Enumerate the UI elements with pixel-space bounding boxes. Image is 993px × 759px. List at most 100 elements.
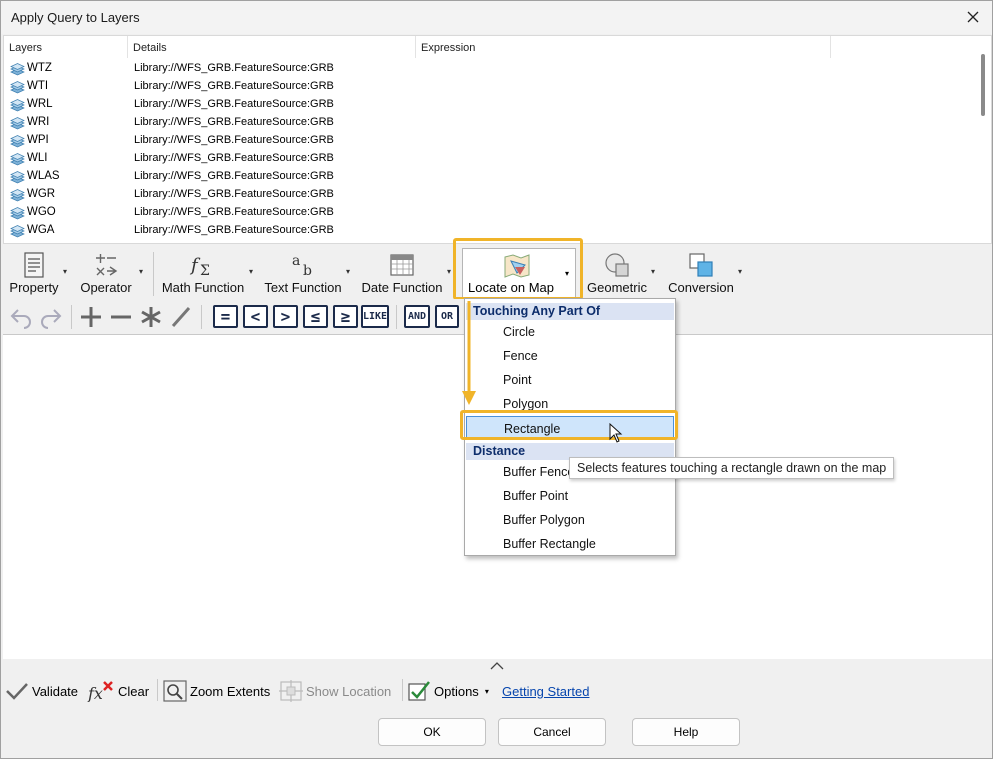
bottom-toolbar: Validate fx Clear Zoom Extents Show Loca…	[3, 674, 992, 706]
math-function-dropdown-icon[interactable]: ▾	[249, 268, 257, 276]
zoom-extents-icon	[163, 680, 187, 702]
layers-scrollbar[interactable]	[981, 54, 985, 116]
layer-name: WLAS	[27, 170, 60, 182]
show-location-button[interactable]: Show Location	[279, 680, 391, 702]
greater-equal-operator[interactable]: ≥	[333, 305, 358, 328]
column-header-layers[interactable]: Layers	[4, 36, 128, 58]
conversion-label: Conversion	[668, 280, 734, 295]
layer-name: WPI	[27, 134, 49, 146]
property-label: Property	[9, 280, 59, 295]
help-button[interactable]: Help	[632, 718, 740, 746]
operator-button[interactable]: Operator	[75, 246, 137, 298]
column-header-expression[interactable]: Expression	[416, 36, 831, 58]
collapse-chevron-icon[interactable]	[489, 661, 505, 671]
svg-text:Σ: Σ	[200, 263, 210, 279]
show-location-icon	[279, 680, 303, 702]
property-button[interactable]: Property	[5, 246, 63, 298]
layers-list[interactable]: Layers Details Expression WTZ Library://W…	[3, 35, 992, 244]
greater-than-operator[interactable]: >	[273, 305, 298, 328]
layer-details: Library://WFS_GRB.FeatureSource:GRB	[134, 134, 334, 146]
and-operator[interactable]: AND	[404, 305, 430, 328]
text-function-dropdown-icon[interactable]: ▾	[346, 268, 354, 276]
property-icon	[24, 252, 44, 278]
layer-row[interactable]: WLI Library://WFS_GRB.FeatureSource:GRB	[4, 150, 964, 168]
conversion-dropdown-icon[interactable]: ▾	[738, 268, 746, 276]
column-header-details[interactable]: Details	[128, 36, 416, 58]
options-check-icon	[408, 681, 430, 701]
math-function-button[interactable]: f Σ Math Function	[158, 246, 248, 298]
layer-row[interactable]: WTZ Library://WFS_GRB.FeatureSource:GRB	[4, 60, 964, 78]
zoom-extents-button[interactable]: Zoom Extents	[163, 680, 270, 702]
layer-details: Library://WFS_GRB.FeatureSource:GRB	[134, 116, 334, 128]
less-equal-operator[interactable]: ≤	[303, 305, 328, 328]
operator-divider	[71, 305, 72, 329]
mouse-cursor-icon	[609, 423, 623, 443]
geometric-dropdown-icon[interactable]: ▾	[651, 268, 659, 276]
toolbar-divider	[153, 252, 154, 296]
layer-stack-icon	[10, 117, 25, 130]
layer-row[interactable]: WGO Library://WFS_GRB.FeatureSource:GRB	[4, 204, 964, 222]
plus-icon[interactable]	[79, 305, 103, 329]
redo-icon[interactable]	[39, 305, 63, 329]
validate-button[interactable]: Validate	[5, 681, 78, 701]
operator-dropdown-icon[interactable]: ▾	[139, 268, 147, 276]
geometric-label: Geometric	[587, 280, 647, 295]
layer-stack-icon	[10, 153, 25, 166]
divide-icon[interactable]	[169, 305, 193, 329]
layer-name: WGA	[27, 224, 55, 236]
conversion-button[interactable]: Conversion	[663, 246, 739, 298]
layer-details: Library://WFS_GRB.FeatureSource:GRB	[134, 188, 334, 200]
ok-button[interactable]: OK	[378, 718, 486, 746]
validate-label: Validate	[32, 683, 79, 699]
layer-row[interactable]: WTI Library://WFS_GRB.FeatureSource:GRB	[4, 78, 964, 96]
options-label: Options	[434, 683, 479, 699]
multiply-icon[interactable]	[139, 305, 163, 329]
menu-item-point[interactable]: Point	[466, 368, 674, 392]
menu-item-circle[interactable]: Circle	[466, 320, 674, 344]
svg-text:fx: fx	[87, 684, 103, 702]
undo-icon[interactable]	[9, 305, 33, 329]
getting-started-link[interactable]: Getting Started	[502, 684, 589, 699]
layer-row[interactable]: WPI Library://WFS_GRB.FeatureSource:GRB	[4, 132, 964, 150]
layer-name: WTI	[27, 80, 49, 92]
property-dropdown-icon[interactable]: ▾	[63, 268, 71, 276]
layer-name: WLI	[27, 152, 48, 164]
geometric-button[interactable]: Geometric	[579, 246, 655, 298]
layer-name: WRI	[27, 116, 50, 128]
svg-text:b: b	[303, 263, 312, 279]
equals-operator[interactable]: =	[213, 305, 238, 328]
layer-details: Library://WFS_GRB.FeatureSource:GRB	[134, 62, 334, 74]
close-button[interactable]	[960, 5, 986, 29]
text-function-button[interactable]: a b Text Function	[261, 246, 345, 298]
layer-stack-icon	[10, 81, 25, 94]
less-than-operator[interactable]: <	[243, 305, 268, 328]
menu-section-touching: Touching Any Part Of	[466, 303, 674, 320]
date-function-label: Date Function	[361, 280, 443, 295]
options-button[interactable]: Options ▾	[407, 681, 489, 701]
options-dropdown-icon[interactable]: ▾	[485, 687, 489, 696]
layer-details: Library://WFS_GRB.FeatureSource:GRB	[134, 98, 334, 110]
menu-item-fence[interactable]: Fence	[466, 344, 674, 368]
layer-row[interactable]: WRI Library://WFS_GRB.FeatureSource:GRB	[4, 114, 964, 132]
layer-details: Library://WFS_GRB.FeatureSource:GRB	[134, 224, 334, 236]
rectangle-highlight	[460, 410, 678, 440]
menu-item-buffer-point[interactable]: Buffer Point	[466, 484, 674, 508]
like-operator[interactable]: LIKE	[361, 305, 389, 328]
layer-stack-icon	[10, 63, 25, 76]
operator-divider	[201, 305, 202, 329]
layer-row[interactable]: WRL Library://WFS_GRB.FeatureSource:GRB	[4, 96, 964, 114]
date-function-button[interactable]: Date Function	[358, 246, 446, 298]
math-function-label: Math Function	[161, 280, 245, 295]
clear-button[interactable]: fx Clear	[87, 681, 149, 702]
minus-icon[interactable]	[109, 305, 133, 329]
window-title: Apply Query to Layers	[11, 10, 140, 25]
cancel-button[interactable]: Cancel	[498, 718, 606, 746]
layer-details: Library://WFS_GRB.FeatureSource:GRB	[134, 152, 334, 164]
layer-row[interactable]: WGR Library://WFS_GRB.FeatureSource:GRB	[4, 186, 964, 204]
menu-item-buffer-polygon[interactable]: Buffer Polygon	[466, 508, 674, 532]
clear-function-icon: fx	[87, 681, 113, 702]
layer-name: WTZ	[27, 62, 52, 74]
or-operator[interactable]: OR	[435, 305, 459, 328]
layer-row[interactable]: WLAS Library://WFS_GRB.FeatureSource:GRB	[4, 168, 964, 186]
menu-item-buffer-rectangle[interactable]: Buffer Rectangle	[466, 532, 674, 556]
